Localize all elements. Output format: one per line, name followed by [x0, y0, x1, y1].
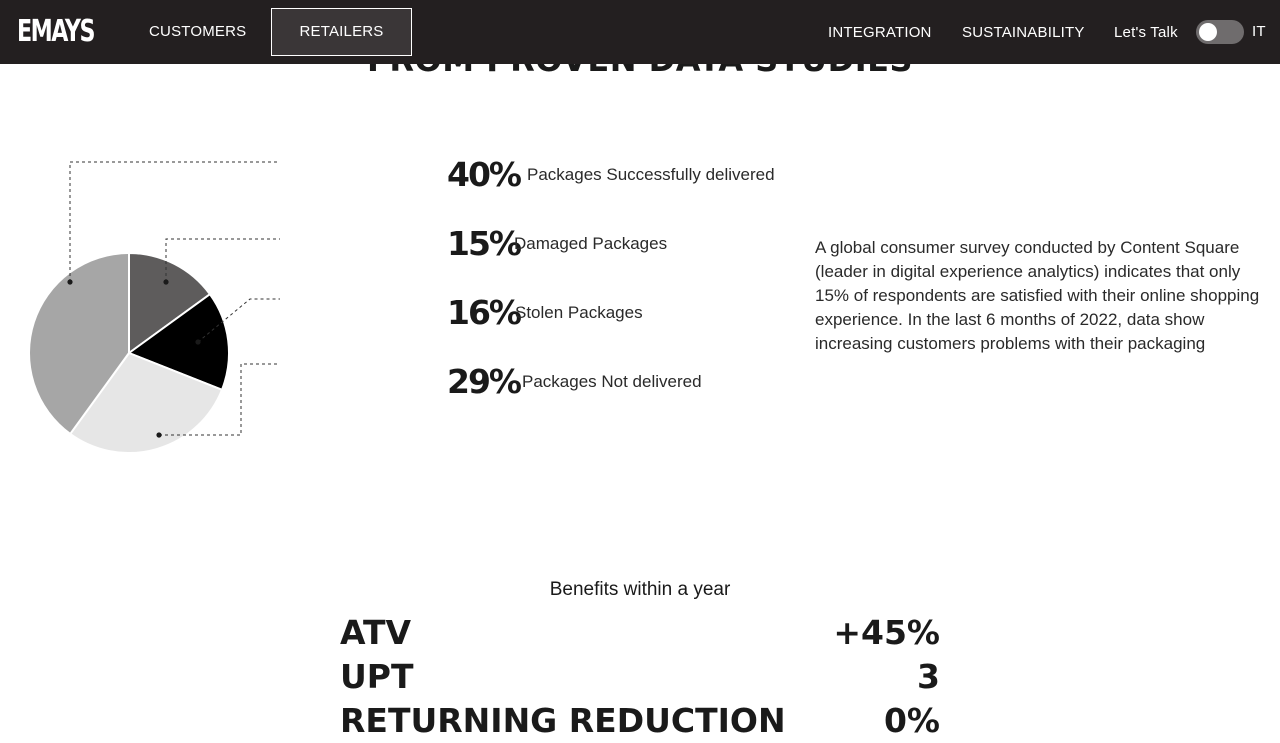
benefit-key: UPT — [340, 657, 414, 696]
emays-logo[interactable]: EMAYS — [17, 14, 95, 50]
pie-leader-dot — [195, 339, 201, 345]
benefit-value: +45% — [833, 613, 940, 652]
stat-percent: 40% — [447, 155, 522, 194]
benefit-key: RETURNING REDUCTION — [340, 701, 786, 740]
pie-leader-dot — [156, 432, 162, 438]
stat-label: Stolen Packages — [515, 303, 643, 322]
nav-integration-link[interactable]: INTEGRATION — [828, 23, 932, 43]
language-label[interactable]: IT — [1252, 22, 1266, 42]
nav-customers-link[interactable]: CUSTOMERS — [149, 22, 246, 42]
top-navbar: EMAYS CUSTOMERS RETAILERS INTEGRATION SU… — [0, 0, 1280, 64]
survey-description: A global consumer survey conducted by Co… — [815, 238, 1260, 353]
benefit-key: ATV — [340, 613, 412, 652]
benefit-row-returning: RETURNING REDUCTION 0% — [340, 699, 940, 743]
benefit-row-upt: UPT 3 — [340, 655, 940, 699]
benefit-value: 0% — [883, 701, 940, 740]
benefits-title: Benefits within a year — [549, 579, 731, 600]
stat-percent: 29% — [447, 362, 522, 401]
stat-label: Packages Successfully delivered — [527, 165, 775, 184]
packages-pie-chart — [28, 161, 280, 454]
toggle-knob — [1199, 23, 1217, 41]
stat-percent: 16% — [447, 293, 522, 332]
nav-retailers-link[interactable]: RETAILERS — [271, 8, 412, 56]
nav-lets-talk-link[interactable]: Let's Talk — [1114, 23, 1178, 43]
stat-percent: 15% — [447, 224, 522, 263]
stat-label: Damaged Packages — [514, 234, 668, 253]
benefit-row-atv: ATV +45% — [340, 611, 940, 655]
pie-leader-dot — [67, 279, 73, 285]
nav-sustainability-link[interactable]: SUSTAINABILITY — [962, 23, 1085, 43]
stat-label: Packages Not delivered — [522, 372, 702, 391]
pie-leader-dot — [163, 279, 169, 285]
language-toggle[interactable] — [1196, 20, 1244, 44]
benefit-value: 3 — [917, 657, 940, 696]
